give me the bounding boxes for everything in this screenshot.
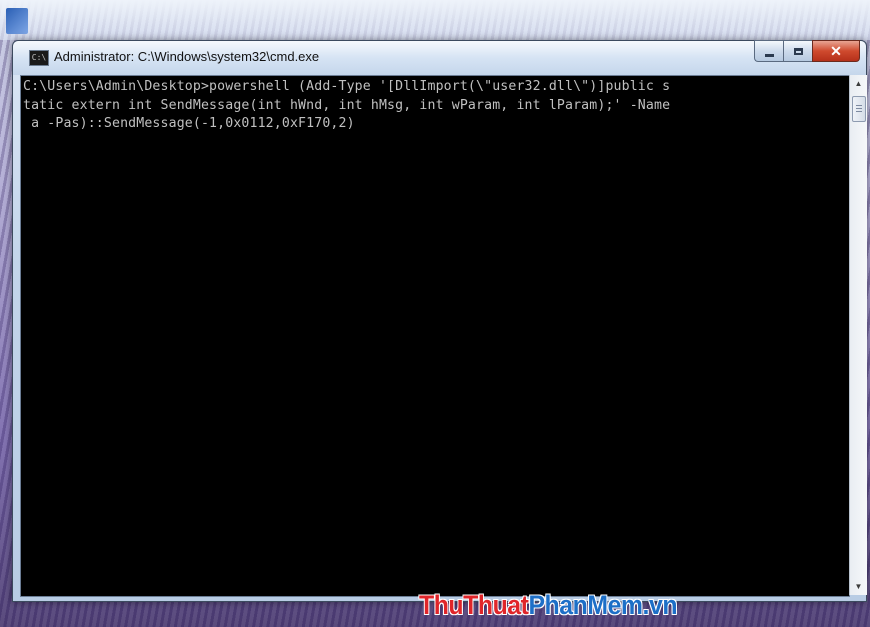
close-button[interactable]: ✕ bbox=[812, 40, 860, 62]
scroll-up-button[interactable]: ▲ bbox=[850, 75, 867, 92]
watermark-part1: ThuThuat bbox=[419, 590, 529, 620]
site-watermark: ThuThuatPhanMem.vn bbox=[419, 590, 678, 621]
vertical-scrollbar[interactable]: ▲ ▼ bbox=[849, 75, 867, 595]
scroll-down-button[interactable]: ▼ bbox=[850, 578, 867, 595]
console-output[interactable]: C:\Users\Admin\Desktop>powershell (Add-T… bbox=[20, 75, 850, 597]
window-title: Administrator: C:\Windows\system32\cmd.e… bbox=[54, 49, 320, 64]
title-bar[interactable]: C:\ Administrator: C:\Windows\system32\c… bbox=[13, 40, 866, 75]
watermark-part3: .vn bbox=[642, 590, 678, 620]
cmd-window: C:\ Administrator: C:\Windows\system32\c… bbox=[12, 40, 867, 602]
cmd-app-icon[interactable]: C:\ bbox=[29, 50, 49, 66]
caption-buttons: ✕ bbox=[754, 40, 860, 62]
minimize-icon bbox=[764, 53, 774, 57]
console-text[interactable]: C:\Users\Admin\Desktop>powershell (Add-T… bbox=[23, 78, 845, 134]
thumb-grip bbox=[856, 105, 862, 113]
desktop-sky bbox=[0, 0, 870, 40]
minimize-button[interactable] bbox=[754, 40, 783, 62]
maximize-button[interactable] bbox=[783, 40, 812, 62]
watermark-part2: PhanMem bbox=[528, 590, 643, 620]
desktop-shortcut-icon[interactable] bbox=[6, 8, 28, 34]
maximize-icon bbox=[793, 47, 803, 55]
close-icon: ✕ bbox=[830, 42, 842, 59]
scroll-down-arrow-icon: ▼ bbox=[854, 582, 863, 591]
scroll-up-arrow-icon: ▲ bbox=[854, 79, 863, 88]
scroll-thumb[interactable] bbox=[852, 96, 866, 122]
